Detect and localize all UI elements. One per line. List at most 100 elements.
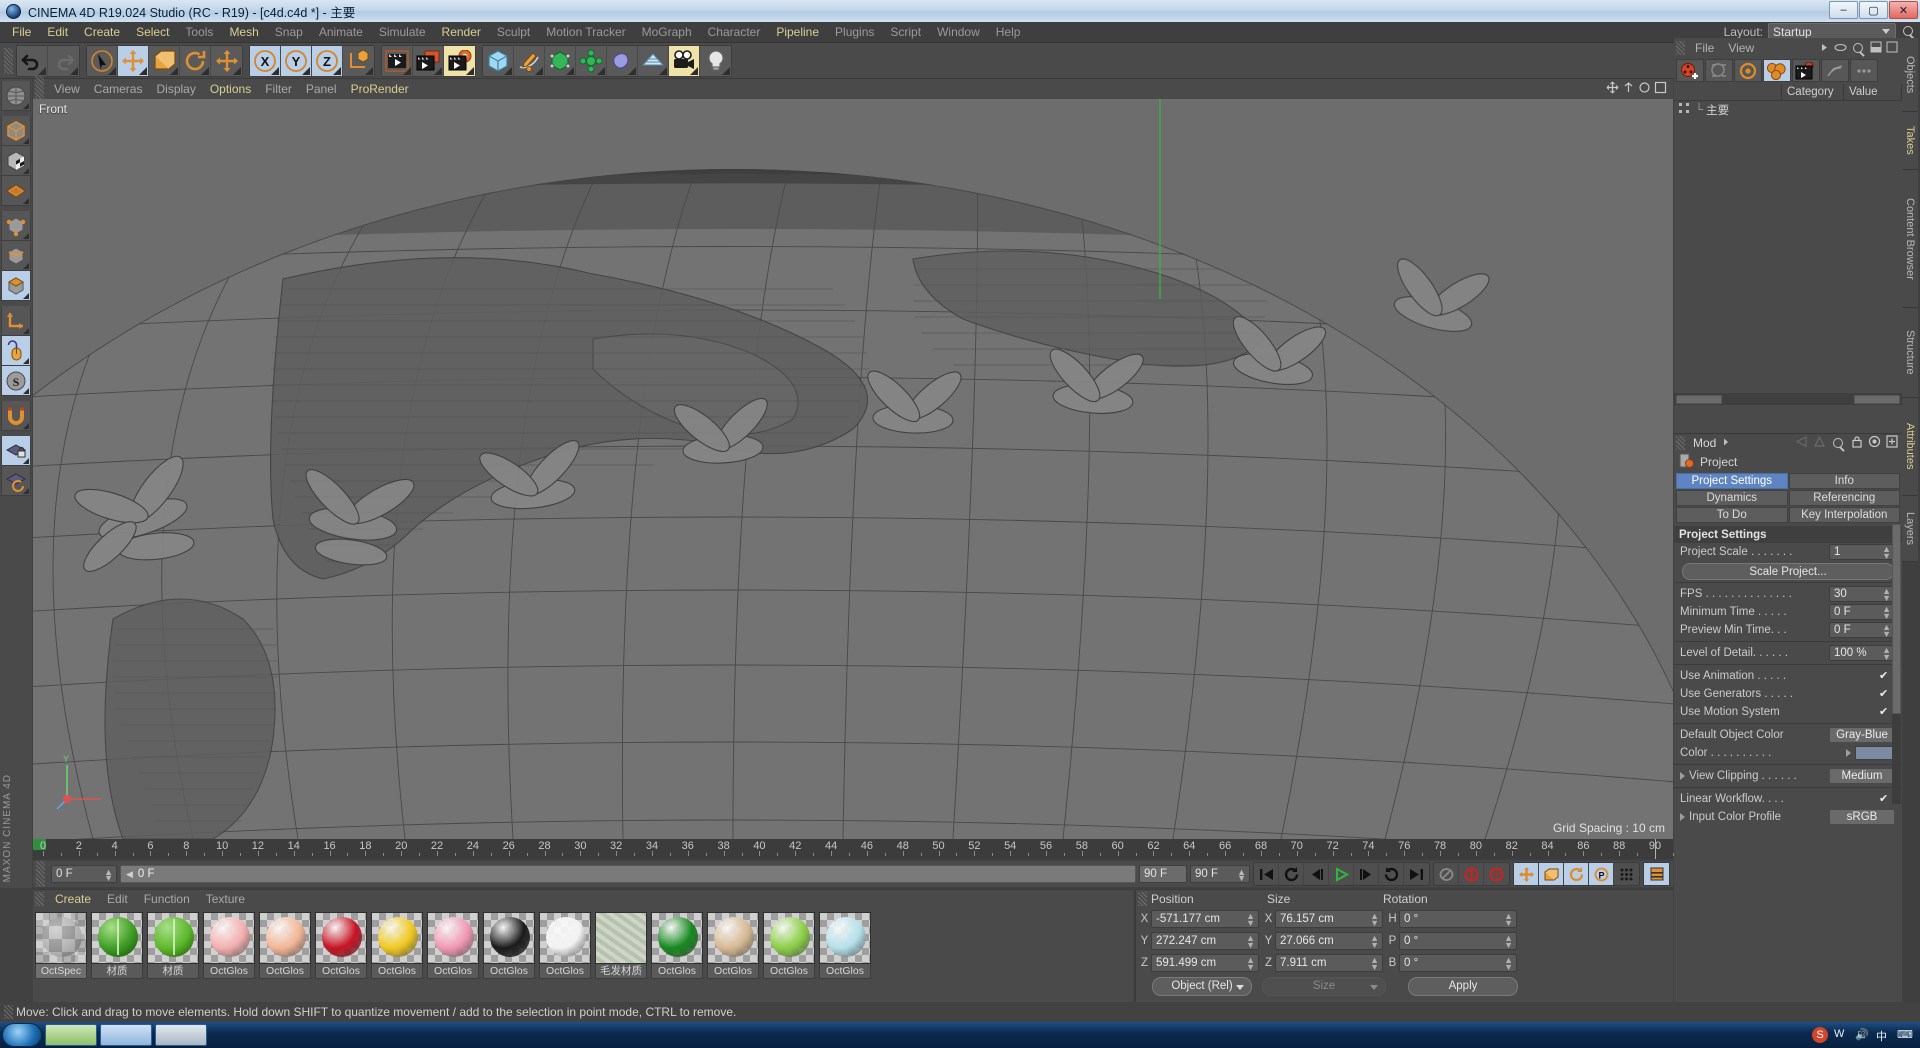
attributes-grip[interactable] — [1676, 436, 1685, 450]
light-icon[interactable] — [700, 45, 731, 76]
attribute-checkbox[interactable]: ✔ — [1879, 706, 1890, 718]
menu-item-mograph[interactable]: MoGraph — [634, 23, 700, 41]
object-group-icon[interactable] — [1705, 59, 1733, 82]
viewport-menu-display[interactable]: Display — [149, 80, 202, 98]
position-field[interactable]: -571.177 cm ▲ ▼ — [1151, 910, 1259, 928]
material-swatch[interactable]: OctGlos — [539, 912, 593, 979]
size-field[interactable]: 76.157 cm ▲ ▼ — [1275, 910, 1383, 928]
timeline-ruler[interactable]: 0 2 4 6 8 10 12 14 16 18 20 22 24 26 28 30 32 34 36 38 40 42 4… — [33, 839, 1674, 859]
menu-item-sculpt[interactable]: Sculpt — [489, 23, 538, 41]
attribute-dropdown[interactable]: Medium — [1829, 768, 1895, 784]
material-menu-function[interactable]: Function — [136, 891, 198, 907]
rotation-field[interactable]: 0 ° ▲ ▼ — [1399, 910, 1517, 928]
material-swatch[interactable]: OctGlos — [427, 912, 481, 979]
autokey-button[interactable] — [1434, 863, 1459, 885]
move-duplicate-icon[interactable] — [211, 45, 242, 76]
viewport-menu-options[interactable]: Options — [203, 80, 258, 98]
size-mode-dropdown[interactable]: Size — [1262, 976, 1386, 996]
attribute-tab-referencing[interactable]: Referencing — [1788, 490, 1900, 506]
step-forward-button[interactable] — [1354, 863, 1379, 885]
tray-icon-4[interactable]: ⌨ — [1897, 1028, 1913, 1043]
spinner-icon[interactable]: ▲ ▼ — [1882, 587, 1891, 603]
attributes-vscrollbar[interactable] — [1892, 524, 1901, 804]
record-position-button[interactable] — [1514, 863, 1539, 885]
menu-item-snap[interactable]: Snap — [267, 23, 311, 41]
pan-icon[interactable] — [1606, 81, 1619, 94]
layout-split-icon[interactable] — [1870, 41, 1882, 56]
grid-plane-icon[interactable] — [1, 176, 31, 206]
material-swatch[interactable]: OctGlos — [259, 912, 313, 979]
viewport-3d[interactable]: Front Grid Spacing : 10 cm Y — [33, 99, 1673, 839]
spinner-icon[interactable]: ▲ ▼ — [1370, 934, 1379, 950]
expand-arrow-icon[interactable] — [1680, 813, 1685, 821]
apply-button[interactable]: Apply — [1408, 976, 1518, 996]
color-swatch[interactable] — [1855, 746, 1895, 760]
menu-item-simulate[interactable]: Simulate — [371, 23, 434, 41]
toolbar-grip[interactable] — [4, 47, 13, 74]
animation-toolbar-grip[interactable] — [36, 861, 45, 887]
back-history-icon[interactable] — [1795, 436, 1808, 450]
target-icon[interactable] — [1868, 435, 1881, 451]
attribute-field[interactable]: 1 ▲ ▼ — [1829, 544, 1895, 561]
material-swatch[interactable]: OctGlos — [203, 912, 257, 979]
taskbar-item-2[interactable] — [100, 1024, 152, 1046]
object-manager-menu-view[interactable]: View — [1721, 40, 1761, 56]
attribute-dropdown[interactable]: sRGB — [1829, 809, 1895, 825]
status-grip[interactable] — [4, 1005, 13, 1019]
go-to-start-button[interactable] — [1254, 863, 1279, 885]
spinner-icon[interactable]: ▲ ▼ — [1237, 868, 1246, 883]
rotation-field[interactable]: 0 ° ▲ ▼ — [1399, 932, 1517, 950]
spinner-icon[interactable]: ▲ ▼ — [1882, 545, 1891, 561]
record-pla-button[interactable] — [1614, 863, 1639, 885]
generator-nurbs-icon[interactable] — [545, 45, 576, 76]
step-back-button[interactable] — [1304, 863, 1329, 885]
material-menu-edit[interactable]: Edit — [99, 891, 136, 907]
material-swatch[interactable]: OctGlos — [819, 912, 873, 979]
material-swatch[interactable]: OctGlos — [483, 912, 537, 979]
attribute-checkbox[interactable]: ✔ — [1879, 670, 1890, 682]
magnet-icon[interactable] — [1, 401, 31, 431]
rotation-field[interactable]: 0 ° ▲ ▼ — [1399, 954, 1517, 972]
viewport-menu-prorender[interactable]: ProRender — [344, 80, 416, 98]
workplane-lock-icon[interactable] — [1, 436, 31, 466]
tray-icon-2[interactable]: 🔊 — [1855, 1028, 1870, 1043]
render-to-picture-viewer-icon[interactable] — [413, 45, 444, 76]
panel-icon[interactable] — [1886, 41, 1898, 56]
tray-icon-0[interactable]: S — [1812, 1027, 1828, 1043]
attribute-tab-project-settings[interactable]: Project Settings — [1676, 473, 1788, 489]
spinner-icon[interactable]: ▲ ▼ — [1504, 934, 1513, 950]
primitive-cube-icon[interactable] — [483, 45, 514, 76]
menu-item-select[interactable]: Select — [128, 23, 177, 41]
record-parameter-button[interactable]: P — [1589, 863, 1614, 885]
current-frame-field[interactable]: 0 F ▲ ▼ — [51, 865, 117, 883]
viewport-menu-filter[interactable]: Filter — [258, 80, 299, 98]
axis-modify-icon[interactable] — [1, 306, 31, 336]
world-object-coord-icon[interactable] — [343, 45, 374, 76]
close-button[interactable]: ✕ — [1889, 1, 1918, 19]
move-tool-icon[interactable] — [118, 45, 149, 76]
record-scale-button[interactable] — [1539, 863, 1564, 885]
record-rotation-button[interactable] — [1564, 863, 1589, 885]
spinner-icon[interactable]: ▲ ▼ — [1504, 912, 1513, 928]
dope-sheet-icon[interactable] — [1644, 863, 1669, 885]
range-start-field[interactable]: 90 F — [1139, 865, 1187, 883]
material-swatch[interactable]: 材质 — [91, 912, 145, 979]
spinner-icon[interactable]: ▲ ▼ — [1370, 956, 1379, 972]
forward-history-icon[interactable] — [1813, 435, 1826, 450]
edge-mode-icon[interactable] — [1, 241, 31, 271]
coordinates-grip[interactable] — [1138, 892, 1147, 906]
side-tab-attributes[interactable]: Attributes — [1902, 398, 1918, 496]
viewport-menu-cameras[interactable]: Cameras — [87, 80, 150, 98]
menu-item-motion-tracker[interactable]: Motion Tracker — [538, 23, 633, 41]
range-end-field[interactable]: 90 F ▲ ▼ — [1190, 865, 1250, 883]
menu-item-mesh[interactable]: Mesh — [221, 23, 266, 41]
taskbar-item-3[interactable] — [155, 1024, 207, 1046]
search-icon[interactable] — [1901, 24, 1916, 39]
spinner-icon[interactable]: ▲ ▼ — [1504, 956, 1513, 972]
menu-item-character[interactable]: Character — [700, 23, 769, 41]
menu-item-create[interactable]: Create — [76, 23, 128, 41]
attribute-dropdown[interactable]: Gray-Blue — [1829, 727, 1895, 743]
polygon-mode-icon[interactable] — [1, 271, 31, 301]
menu-item-help[interactable]: Help — [988, 23, 1029, 41]
spinner-icon[interactable]: ▲ ▼ — [1246, 956, 1255, 972]
